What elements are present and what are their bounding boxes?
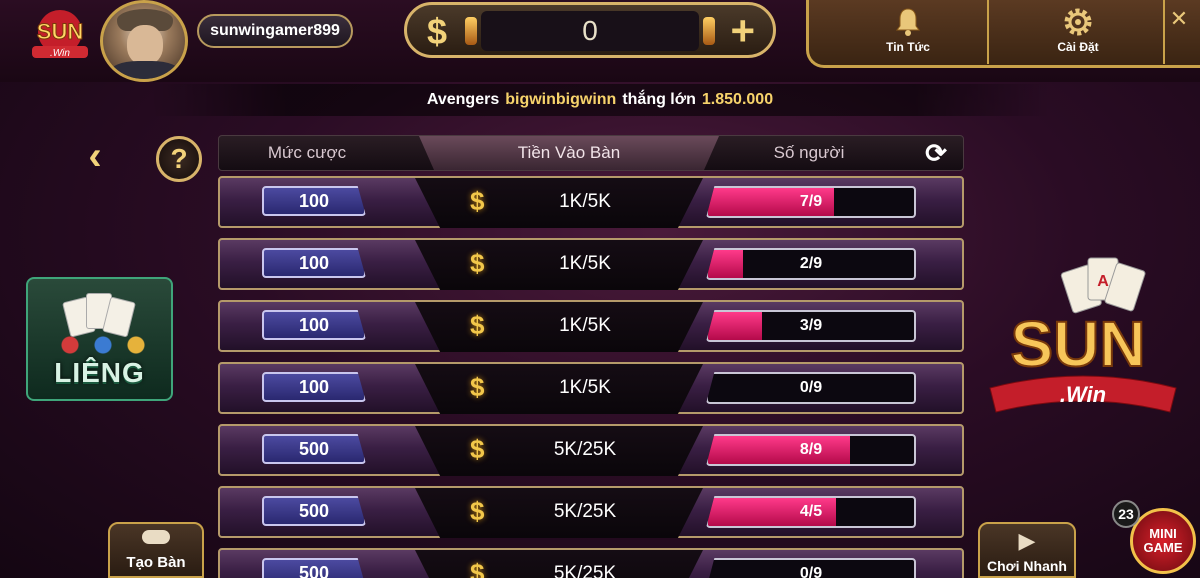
balance-value: 0 — [481, 11, 699, 51]
quick-play-button[interactable]: ▶ Chơi Nhanh — [978, 522, 1076, 578]
balance-bar: $ 0 + — [404, 2, 776, 58]
divider — [987, 0, 989, 64]
settings-button[interactable]: Cài Đặt — [1023, 6, 1133, 64]
table-row[interactable]: 500 $5K/25K 8/9 — [218, 424, 964, 476]
mini-game-line2: GAME — [1143, 540, 1183, 555]
dollar-icon: $ — [470, 310, 485, 340]
entry-value: 1K/5K — [559, 315, 611, 336]
dollar-icon: $ — [470, 496, 485, 526]
svg-text:SUN: SUN — [37, 19, 83, 44]
add-funds-button[interactable]: + — [730, 7, 755, 55]
dollar-icon: $ — [470, 558, 485, 578]
players-count: 2/9 — [799, 255, 823, 272]
sunwin-logo-small: SUN .Win — [32, 10, 88, 59]
entry-value: 5K/25K — [553, 439, 617, 460]
news-label: Tin Tức — [886, 40, 930, 54]
quick-play-label: Chơi Nhanh — [987, 558, 1067, 574]
entry-value: 1K/5K — [559, 253, 611, 274]
bet-value: 500 — [262, 434, 366, 464]
ticker-player: bigwinbigwinn — [505, 91, 617, 108]
mini-game-line1: MINI — [1149, 526, 1177, 541]
table-header: Mức cược Tiền Vào Bàn Số người ⟳ — [218, 135, 964, 171]
header-tools: Tin Tức Cài Đặt ✕ — [806, 0, 1200, 68]
bet-value: 100 — [262, 310, 366, 340]
header-bet[interactable]: Mức cược — [219, 136, 395, 170]
entry-value: 1K/5K — [559, 377, 611, 398]
cards-icon — [62, 293, 136, 339]
entry-value: 1K/5K — [559, 191, 611, 212]
close-icon[interactable]: ✕ — [1164, 4, 1194, 34]
players-bar: 3/9 — [706, 310, 916, 342]
players-count: 8/9 — [799, 441, 823, 458]
dollar-icon: $ — [470, 186, 485, 216]
mini-game-badge: 23 — [1112, 500, 1140, 528]
table-icon — [142, 530, 170, 544]
chevron-left-icon[interactable]: ‹ — [80, 136, 110, 176]
game-title: LIÊNG — [54, 357, 145, 388]
header-players[interactable]: Số người — [739, 136, 879, 170]
bet-value: 100 — [262, 372, 366, 402]
dollar-icon: $ — [427, 11, 448, 52]
help-button[interactable]: ? — [156, 136, 202, 182]
chips-icon — [48, 335, 158, 355]
ticker-verb: thắng lớn — [622, 91, 696, 108]
play-icon: ▶ — [1018, 528, 1036, 553]
players-bar: 4/5 — [706, 496, 916, 528]
table-row[interactable]: 100 $1K/5K 3/9 — [218, 300, 964, 352]
players-bar: 0/9 — [706, 372, 916, 404]
bet-value: 100 — [262, 186, 366, 216]
avatar-suit — [109, 61, 181, 79]
players-count: 7/9 — [799, 193, 823, 210]
players-count: 0/9 — [799, 379, 823, 396]
gear-icon — [1064, 8, 1092, 36]
svg-text:SUN: SUN — [1010, 308, 1145, 380]
refresh-icon[interactable]: ⟳ — [921, 139, 951, 167]
create-table-button[interactable]: Tạo Bàn — [108, 522, 204, 578]
ticker-amount: 1.850.000 — [701, 91, 774, 108]
news-button[interactable]: Tin Tức — [853, 6, 963, 64]
create-table-label: Tạo Bàn — [126, 554, 186, 571]
mini-game-button[interactable]: MINI GAME — [1130, 508, 1196, 574]
username[interactable]: sunwingamer899 — [197, 14, 353, 48]
game-thumbnail-lieng: LIÊNG — [26, 277, 173, 401]
table-row[interactable]: 500 $5K/25K 4/5 — [218, 486, 964, 538]
players-bar: 0/9 — [706, 558, 916, 578]
avatar-face — [127, 25, 163, 65]
entry-value: 5K/25K — [553, 501, 617, 522]
svg-text:.Win: .Win — [1060, 382, 1106, 407]
dollar-icon: $ — [470, 372, 485, 402]
lantern-icon — [703, 17, 715, 45]
ticker-prefix: Avengers — [426, 91, 500, 108]
players-count: 0/9 — [799, 565, 823, 578]
win-ticker: Avengers bigwinbigwinn thắng lớn 1.850.0… — [150, 84, 1050, 116]
table-row[interactable]: 100 $1K/5K 7/9 — [218, 176, 964, 228]
table-row[interactable]: 100 $1K/5K 2/9 — [218, 238, 964, 290]
table-row[interactable]: 500 $5K/25K 0/9 — [218, 548, 964, 578]
dollar-icon: $ — [470, 248, 485, 278]
bet-value: 100 — [262, 248, 366, 278]
players-bar: 7/9 — [706, 186, 916, 218]
sunwin-logo: A SUN .Win — [989, 257, 1177, 413]
players-count: 4/5 — [799, 503, 823, 520]
avatar[interactable] — [100, 0, 188, 82]
header-entry[interactable]: Tiền Vào Bàn — [469, 136, 669, 170]
dollar-icon: $ — [470, 434, 485, 464]
settings-label: Cài Đặt — [1057, 40, 1099, 54]
players-bar: 8/9 — [706, 434, 916, 466]
top-bar: SUN .Win sunwingamer899 $ 0 + Tin Tức Cà… — [0, 0, 1200, 82]
entry-value: 5K/25K — [553, 563, 617, 578]
bet-value: 500 — [262, 558, 366, 578]
svg-text:.Win: .Win — [50, 48, 70, 59]
lantern-icon — [465, 17, 477, 45]
table-row[interactable]: 100 $1K/5K 0/9 — [218, 362, 964, 414]
players-count: 3/9 — [799, 317, 823, 334]
bet-value: 500 — [262, 496, 366, 526]
players-bar: 2/9 — [706, 248, 916, 280]
svg-text:A: A — [1097, 273, 1109, 290]
bell-icon — [896, 8, 920, 36]
